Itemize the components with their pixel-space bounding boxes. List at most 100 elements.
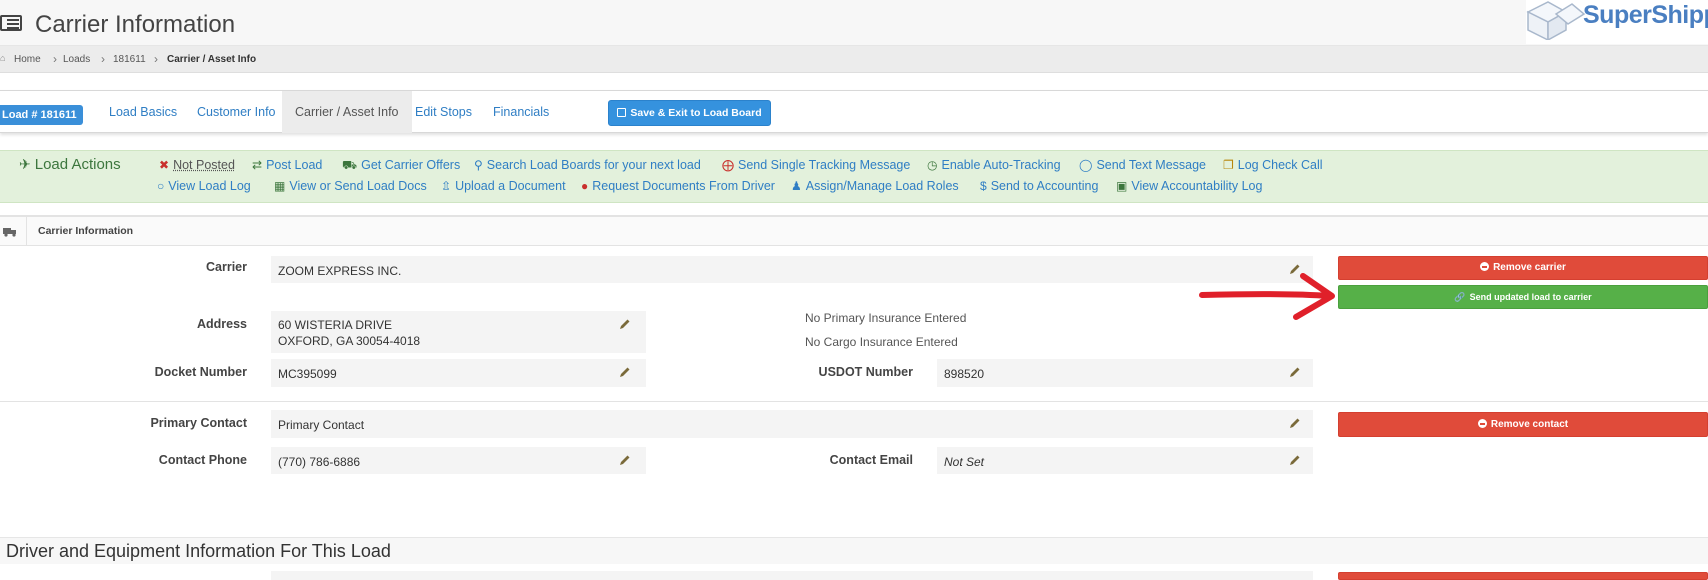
title-bar: Carrier Information SuperShipp	[0, 0, 1708, 46]
pencil-icon[interactable]	[619, 454, 631, 466]
breadcrumb-loads[interactable]: Loads	[63, 54, 90, 65]
pencil-icon[interactable]	[619, 366, 631, 378]
comment-icon: ◯	[1079, 158, 1093, 172]
divider	[0, 401, 1708, 402]
contact-email-value: Not Set	[944, 455, 985, 469]
breadcrumb-current: Carrier / Asset Info	[167, 54, 257, 65]
assign-load-roles-action[interactable]: ♟ Assign/Manage Load Roles	[791, 179, 959, 193]
list-icon	[0, 15, 22, 31]
pencil-icon[interactable]	[1289, 366, 1301, 378]
driver-field-partial	[271, 571, 1313, 580]
log-check-call-action[interactable]: ❐ Log Check Call	[1223, 158, 1323, 172]
clock-icon: ◷	[927, 158, 938, 172]
usdot-number-value: 898520	[944, 367, 985, 381]
post-load-action[interactable]: ⇄ Post Load	[252, 158, 322, 172]
chevron-right-icon: ›	[154, 52, 158, 66]
driver-section-title: Driver and Equipment Information For Thi…	[6, 541, 391, 561]
docket-number-value: MC395099	[278, 367, 337, 381]
minus-circle-icon	[1480, 262, 1490, 271]
docket-number-label: Docket Number	[154, 365, 247, 379]
save-exit-label: Save & Exit to Load Board	[630, 107, 762, 119]
enable-auto-tracking-action[interactable]: ◷ Enable Auto-Tracking	[927, 158, 1061, 172]
save-icon	[617, 108, 627, 117]
contact-email-field[interactable]: Not Set	[937, 447, 1313, 474]
view-send-docs-action[interactable]: ▦ View or Send Load Docs	[274, 179, 427, 193]
tab-financials[interactable]: Financials	[493, 91, 549, 133]
comments-icon: ○	[157, 179, 165, 193]
docket-number-field[interactable]: MC395099	[271, 359, 646, 387]
load-actions-label: Load Actions	[34, 156, 121, 173]
pencil-icon[interactable]	[619, 318, 631, 330]
logo-box-icon	[1526, 1, 1586, 40]
address-label: Address	[196, 317, 247, 331]
view-accountability-log-action[interactable]: ▣ View Accountability Log	[1116, 179, 1262, 193]
address-line2: OXFORD, GA 30054-4018	[278, 334, 421, 348]
breadcrumb: ⌂ Home › Loads › 181611 › Carrier / Asse…	[0, 46, 1708, 73]
briefcase-icon: ▣	[1116, 179, 1128, 193]
pencil-icon[interactable]	[1289, 454, 1301, 466]
carrier-label: Carrier	[206, 260, 247, 274]
page-title: Carrier Information	[35, 11, 236, 38]
annotation-arrow-icon	[1199, 273, 1335, 320]
load-number-badge: Load # 181611	[0, 105, 83, 125]
usdot-number-field[interactable]: 898520	[937, 359, 1313, 387]
copy-icon: ❐	[1223, 158, 1234, 172]
tab-customer-info[interactable]: Customer Info	[197, 91, 276, 133]
load-actions-title: ✈ Load Actions	[19, 156, 121, 173]
truck-icon: ⛟	[342, 158, 358, 172]
not-posted-action[interactable]: ✖ Not Posted	[159, 158, 235, 172]
times-icon: ✖	[159, 158, 170, 172]
send-tracking-message-action[interactable]: ⨁ Send Single Tracking Message	[722, 158, 910, 172]
view-load-log-action[interactable]: ○ View Load Log	[157, 179, 251, 193]
carrier-field[interactable]: ZOOM EXPRESS INC.	[271, 256, 1313, 283]
users-icon: ♟	[791, 179, 802, 193]
send-text-message-action[interactable]: ◯ Send Text Message	[1079, 158, 1206, 172]
address-line1: 60 WISTERIA DRIVE	[278, 318, 393, 332]
dollar-icon: $	[980, 179, 987, 193]
contact-phone-label: Contact Phone	[158, 453, 247, 467]
plane-icon: ✈	[19, 156, 31, 172]
request-documents-action[interactable]: ● Request Documents From Driver	[581, 179, 775, 193]
usdot-number-label: USDOT Number	[818, 365, 913, 379]
remove-carrier-button[interactable]: Remove carrier	[1338, 256, 1708, 280]
no-primary-insurance-text: No Primary Insurance Entered	[805, 311, 967, 325]
minus-circle-icon	[1477, 419, 1487, 428]
tab-carrier-asset-info[interactable]: Carrier / Asset Info	[282, 91, 412, 133]
breadcrumb-home[interactable]: Home	[14, 54, 41, 65]
upload-icon: ⇫	[441, 179, 452, 193]
carrier-section-title: Carrier Information	[38, 225, 134, 237]
home-icon: ⌂	[0, 53, 6, 63]
tab-edit-stops[interactable]: Edit Stops	[415, 91, 472, 133]
primary-contact-label: Primary Contact	[150, 416, 247, 430]
pencil-icon[interactable]	[1289, 417, 1301, 429]
retweet-icon: ⇄	[252, 158, 263, 172]
primary-contact-field[interactable]: Primary Contact	[271, 410, 1313, 438]
carrier-value: ZOOM EXPRESS INC.	[278, 264, 402, 278]
user-icon: ●	[581, 179, 589, 193]
breadcrumb-load-id[interactable]: 181611	[113, 54, 146, 65]
contact-email-label: Contact Email	[829, 453, 913, 467]
send-updated-load-button[interactable]: 🔗 Send updated load to carrier	[1338, 285, 1708, 309]
driver-button-partial[interactable]	[1338, 572, 1708, 580]
remove-contact-button[interactable]: Remove contact	[1338, 412, 1708, 437]
no-cargo-insurance-text: No Cargo Insurance Entered	[805, 335, 958, 349]
upload-document-action[interactable]: ⇫ Upload a Document	[441, 179, 566, 193]
carrier-section-header: Carrier Information	[0, 215, 1708, 246]
search-load-boards-action[interactable]: ⚲ Search Load Boards for your next load	[474, 158, 701, 172]
logo-text: SuperShipp	[1583, 1, 1708, 29]
load-tabs: Load # 181611 Load Basics Customer Info …	[0, 90, 1708, 133]
chevron-right-icon: ›	[53, 52, 57, 66]
file-icon: ▦	[274, 179, 286, 193]
load-actions-panel: ✈ Load Actions ✖ Not Posted ⇄ Post Load ⛟ Ge…	[0, 150, 1708, 203]
primary-contact-value: Primary Contact	[278, 418, 365, 432]
tab-load-basics[interactable]: Load Basics	[109, 91, 177, 133]
truck-icon	[0, 217, 27, 246]
send-to-accounting-action[interactable]: $ Send to Accounting	[980, 179, 1098, 193]
get-carrier-offers-action[interactable]: ⛟ Get Carrier Offers	[342, 158, 460, 174]
contact-phone-field[interactable]: (770) 786-6886	[271, 447, 646, 474]
contact-phone-value: (770) 786-6886	[278, 455, 361, 469]
crosshairs-icon: ⨁	[722, 158, 734, 172]
address-field[interactable]: 60 WISTERIA DRIVE OXFORD, GA 30054-4018	[271, 311, 646, 353]
search-icon: ⚲	[474, 158, 483, 172]
save-exit-button[interactable]: Save & Exit to Load Board	[608, 100, 771, 126]
